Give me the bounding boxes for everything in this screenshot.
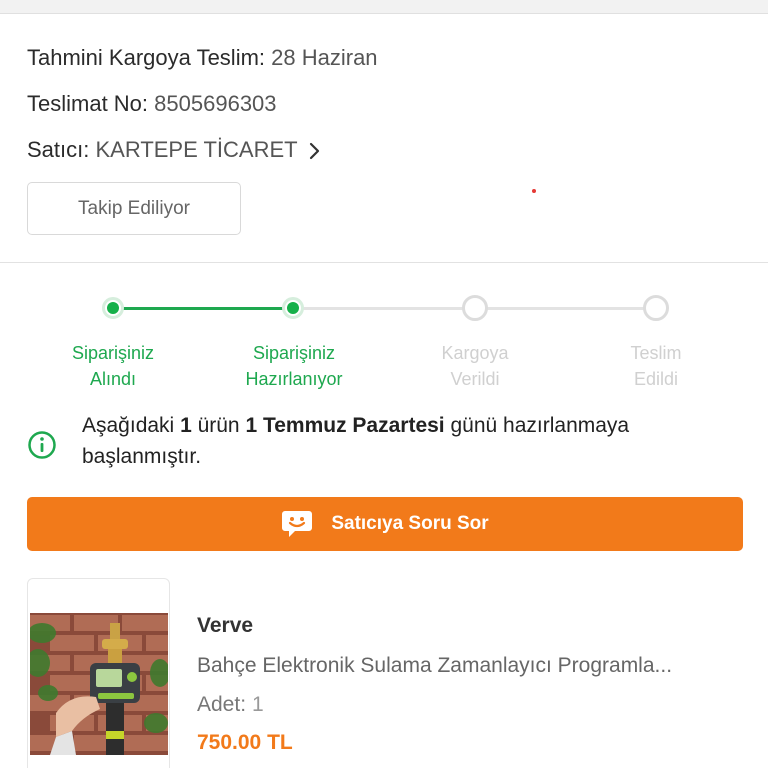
tracking-number-value: 8505696303 [154, 91, 277, 116]
product-quantity: Adet: 1 [197, 693, 264, 717]
product-price: 750.00 TL [197, 731, 293, 754]
step-dot-received [102, 297, 124, 319]
estimated-delivery-value: 28 Haziran [271, 45, 378, 70]
top-bar [0, 0, 768, 14]
step-label-delivered: Teslim Edildi [576, 340, 736, 392]
step-label-line2: Edildi [633, 369, 679, 389]
step-label-shipped: Kargoya Verildi [395, 340, 555, 392]
step-label-line1: Kargoya [441, 343, 509, 363]
notice-text: Aşağıdaki 1 ürün 1 Temmuz Pazartesi günü… [82, 410, 742, 472]
notice-text-part: ürün [191, 414, 246, 437]
step-label-line1: Teslim [630, 343, 682, 363]
step-label-received: Siparişiniz Alındı [33, 340, 193, 392]
chat-smile-icon [282, 511, 313, 537]
product-image-frame[interactable] [27, 578, 170, 768]
progress-line-done [113, 307, 293, 310]
step-dot-delivered [643, 295, 669, 321]
preparation-notice: Aşağıdaki 1 ürün 1 Temmuz Pazartesi günü… [27, 410, 747, 480]
step-dot-preparing [282, 297, 304, 319]
tracking-number-row: Teslimat No: 8505696303 [27, 91, 277, 117]
tracking-number-label: Teslimat No: [27, 91, 149, 116]
delivery-info: Tahmini Kargoya Teslim: 28 Haziran Tesli… [0, 15, 768, 263]
seller-link[interactable]: KARTEPE TİCARET [95, 137, 297, 162]
step-label-line2: Alındı [89, 369, 137, 389]
product-image [30, 613, 168, 755]
notice-date: 1 Temmuz Pazartesi [245, 414, 445, 437]
info-icon [28, 431, 56, 459]
estimated-delivery-row: Tahmini Kargoya Teslim: 28 Haziran [27, 45, 378, 71]
step-label-line1: Siparişiniz [252, 343, 336, 363]
product-brand: Verve [197, 614, 254, 637]
estimated-delivery-label: Tahmini Kargoya Teslim: [27, 45, 266, 70]
step-dot-shipped [462, 295, 488, 321]
ask-seller-label: Satıcıya Soru Sor [331, 513, 489, 534]
step-label-line2: Verildi [450, 369, 500, 389]
quantity-label: Adet: [197, 693, 247, 716]
follow-button[interactable]: Takip Ediliyor [27, 182, 241, 235]
chevron-right-icon [310, 143, 320, 160]
seller-label: Satıcı: [27, 137, 90, 162]
product-card[interactable]: Verve Bahçe Elektronik Sulama Zamanlayıc… [0, 558, 768, 768]
step-label-preparing: Siparişiniz Hazırlanıyor [214, 340, 374, 392]
notice-text-part: Aşağıdaki [82, 414, 181, 437]
step-label-line1: Siparişiniz [71, 343, 155, 363]
quantity-value: 1 [252, 693, 264, 716]
order-status-tracker: Siparişiniz Alındı Siparişiniz Hazırlanı… [0, 264, 768, 399]
red-dot-marker [532, 189, 536, 193]
ask-seller-button[interactable]: Satıcıya Soru Sor [27, 497, 743, 551]
product-name[interactable]: Bahçe Elektronik Sulama Zamanlayıcı Prog… [197, 654, 747, 678]
seller-row[interactable]: Satıcı: KARTEPE TİCARET [27, 137, 321, 163]
notice-count: 1 [180, 414, 192, 437]
step-label-line2: Hazırlanıyor [245, 369, 343, 389]
